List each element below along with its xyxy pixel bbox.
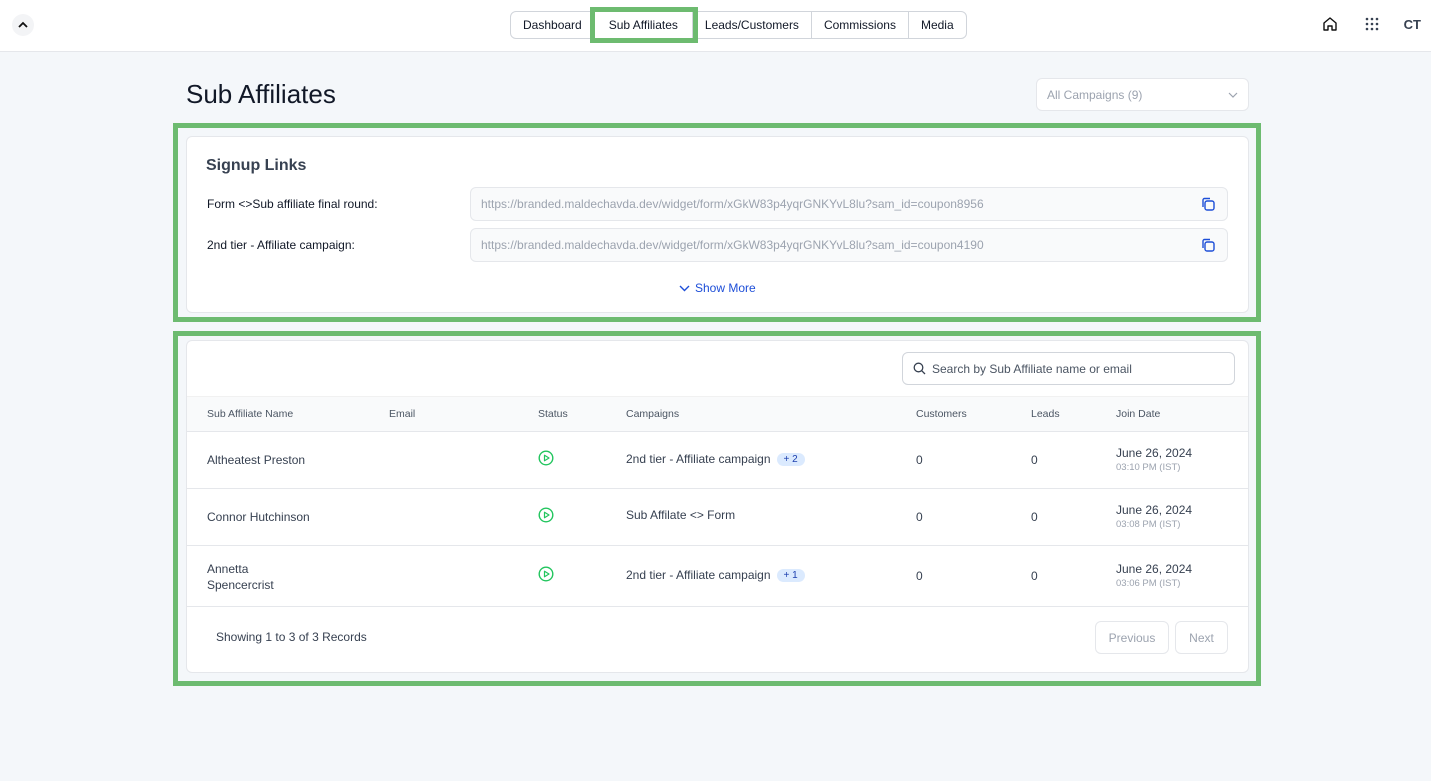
chevron-down-icon: [679, 285, 690, 291]
join-time: 03:08 PM (IST): [1116, 519, 1181, 530]
signup-link-label: 2nd tier - Affiliate campaign:: [207, 238, 355, 252]
join-time: 03:10 PM (IST): [1116, 462, 1181, 473]
search-icon: [913, 362, 926, 375]
join-time: 03:06 PM (IST): [1116, 578, 1181, 589]
column-header-status[interactable]: Status: [538, 408, 568, 420]
next-page-button[interactable]: Next: [1175, 621, 1228, 654]
table-row[interactable]: Annetta Spencercrist 2nd tier - Affiliat…: [187, 546, 1248, 607]
show-more-button[interactable]: Show More: [679, 281, 756, 295]
join-date-cell: June 26, 2024 03:10 PM (IST): [1116, 446, 1192, 473]
column-header-campaigns[interactable]: Campaigns: [626, 408, 679, 420]
top-bar: Dashboard Sub Affiliates Leads/Customers…: [0, 0, 1431, 52]
sub-affiliate-name[interactable]: Altheatest Preston: [207, 453, 305, 467]
campaign-count-badge[interactable]: + 1: [776, 569, 805, 583]
copy-icon[interactable]: [1199, 195, 1217, 213]
join-date: June 26, 2024: [1116, 562, 1193, 576]
user-avatar[interactable]: CT: [1404, 17, 1421, 32]
customers-count: 0: [916, 510, 923, 524]
play-status-icon: [538, 507, 554, 523]
tab-sub-affiliates[interactable]: Sub Affiliates: [589, 7, 698, 43]
leads-count: 0: [1031, 510, 1038, 524]
sub-affiliate-name[interactable]: Annetta Spencercrist: [207, 561, 274, 593]
campaign-name: 2nd tier - Affiliate campaign: [626, 452, 771, 466]
campaign-cell: 2nd tier - Affiliate campaign + 1: [626, 568, 805, 583]
campaign-cell: 2nd tier - Affiliate campaign + 2: [626, 452, 805, 467]
previous-page-button[interactable]: Previous: [1095, 621, 1169, 654]
table-row[interactable]: Connor Hutchinson Sub Affilate <> Form 0…: [187, 489, 1248, 546]
app-logo-icon[interactable]: [12, 14, 34, 36]
search-box[interactable]: [902, 352, 1235, 385]
campaign-count-badge[interactable]: + 2: [776, 453, 805, 467]
sub-affiliate-name-line: Annetta: [207, 562, 249, 576]
campaign-filter-select[interactable]: All Campaigns (9): [1036, 78, 1249, 111]
play-status-icon: [538, 450, 554, 466]
join-date-cell: June 26, 2024 03:08 PM (IST): [1116, 503, 1192, 530]
table-row[interactable]: Altheatest Preston 2nd tier - Affiliate …: [187, 432, 1248, 489]
join-date-cell: June 26, 2024 03:06 PM (IST): [1116, 562, 1192, 589]
page-title: Sub Affiliates: [186, 79, 336, 109]
tab-media[interactable]: Media: [909, 12, 966, 38]
column-header-email[interactable]: Email: [389, 408, 415, 420]
show-more-label: Show More: [695, 281, 756, 295]
table-header: Sub Affiliate Name Email Status Campaign…: [187, 396, 1248, 432]
tab-commissions[interactable]: Commissions: [812, 12, 909, 38]
signup-link-field[interactable]: https://branded.maldechavda.dev/widget/f…: [470, 228, 1228, 262]
search-input[interactable]: [932, 361, 1222, 376]
copy-icon[interactable]: [1199, 236, 1217, 254]
column-header-customers[interactable]: Customers: [916, 408, 967, 420]
signup-link-url: https://branded.maldechavda.dev/widget/f…: [481, 197, 984, 211]
home-icon[interactable]: [1320, 14, 1340, 34]
apps-grid-icon[interactable]: [1362, 14, 1382, 34]
signup-link-field[interactable]: https://branded.maldechavda.dev/widget/f…: [470, 187, 1228, 221]
column-header-leads[interactable]: Leads: [1031, 408, 1060, 420]
main-nav: Dashboard Sub Affiliates Leads/Customers…: [510, 7, 967, 43]
join-date: June 26, 2024: [1116, 446, 1193, 460]
sub-affiliate-name[interactable]: Connor Hutchinson: [207, 510, 310, 524]
campaign-name: 2nd tier - Affiliate campaign: [626, 568, 771, 582]
campaign-name: Sub Affilate <> Form: [626, 508, 736, 522]
column-header-name[interactable]: Sub Affiliate Name: [207, 408, 293, 420]
chevron-down-icon: [1228, 92, 1238, 98]
signup-links-title: Signup Links: [206, 157, 307, 174]
customers-count: 0: [916, 453, 923, 467]
column-header-join-date[interactable]: Join Date: [1116, 408, 1160, 420]
leads-count: 0: [1031, 569, 1038, 583]
campaign-filter-value: All Campaigns (9): [1047, 87, 1143, 102]
campaign-cell: Sub Affilate <> Form: [626, 508, 735, 522]
tab-dashboard[interactable]: Dashboard: [511, 12, 595, 38]
join-date: June 26, 2024: [1116, 503, 1193, 517]
tab-leads-customers[interactable]: Leads/Customers: [693, 12, 812, 38]
signup-link-label: Form <>Sub affiliate final round:: [207, 197, 378, 211]
play-status-icon: [538, 566, 554, 582]
leads-count: 0: [1031, 453, 1038, 467]
records-summary: Showing 1 to 3 of 3 Records: [216, 630, 367, 644]
sub-affiliate-name-line: Spencercrist: [207, 578, 274, 592]
signup-link-url: https://branded.maldechavda.dev/widget/f…: [481, 238, 984, 252]
customers-count: 0: [916, 569, 923, 583]
